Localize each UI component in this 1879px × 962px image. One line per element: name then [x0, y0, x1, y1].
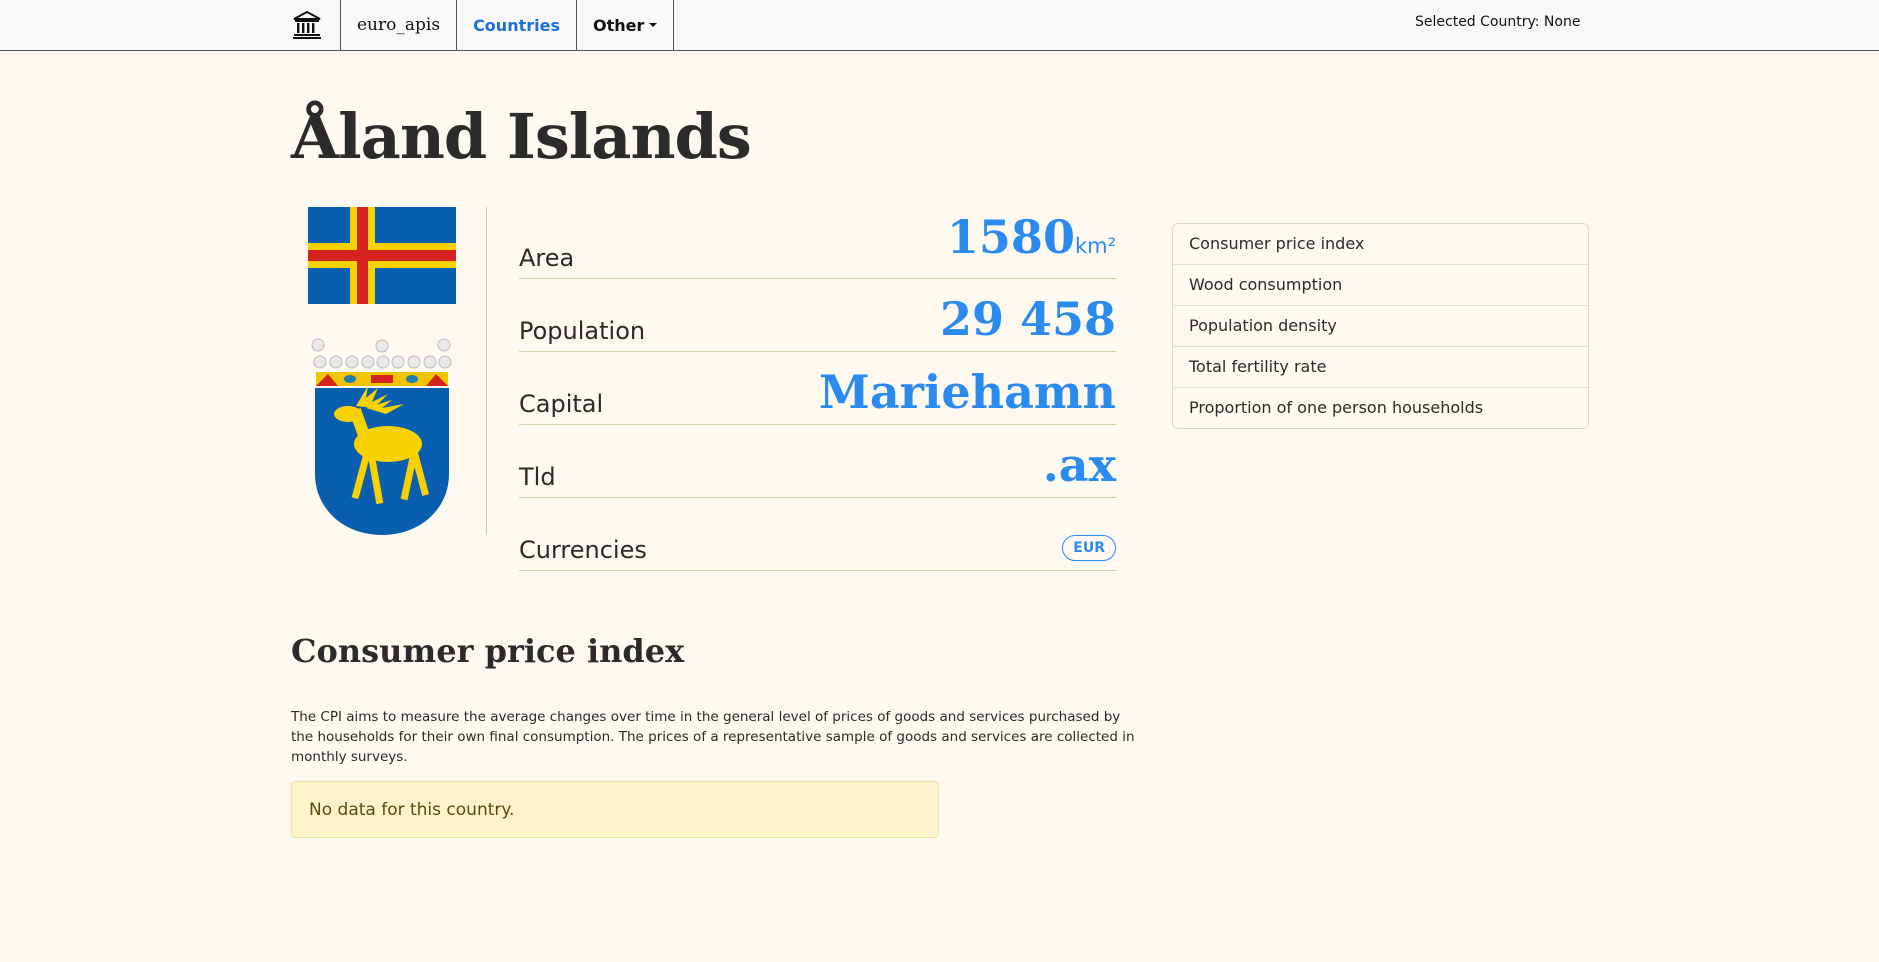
- caret-down-icon: [649, 23, 658, 27]
- coat-of-arms: [311, 338, 452, 535]
- dataset-item-population-density[interactable]: Population density: [1173, 306, 1588, 347]
- fact-row-area: Area 1580km²: [519, 207, 1116, 279]
- fact-row-population: Population 29 458: [519, 280, 1116, 352]
- dataset-item-one-person-households[interactable]: Proportion of one person households: [1173, 388, 1588, 428]
- vertical-divider: [486, 207, 487, 535]
- country-facts: Area 1580km² Population 29 458 Capital M…: [519, 207, 1116, 572]
- country-flag: [308, 207, 456, 304]
- fact-label-capital: Capital: [519, 390, 604, 418]
- fact-value-capital: Mariehamn: [818, 365, 1116, 419]
- no-data-alert: No data for this country.: [291, 781, 939, 838]
- fact-row-capital: Capital Mariehamn: [519, 353, 1116, 425]
- fact-value-population: 29 458: [939, 292, 1116, 346]
- selected-country-status: Selected Country: None: [1415, 14, 1581, 30]
- section-title: Consumer price index: [291, 632, 685, 670]
- fact-label-population: Population: [519, 317, 646, 345]
- fact-row-tld: Tld .ax: [519, 426, 1116, 498]
- area-unit: km²: [1074, 234, 1116, 258]
- fact-value-tld: .ax: [1042, 438, 1116, 492]
- fact-label-tld: Tld: [519, 463, 556, 491]
- dataset-item-wood-consumption[interactable]: Wood consumption: [1173, 265, 1588, 306]
- nav-links: euro_apis Countries Other: [292, 0, 675, 50]
- fact-label-area: Area: [519, 244, 575, 272]
- page-title: Åland Islands: [291, 100, 752, 173]
- nav-countries-link[interactable]: Countries: [457, 0, 577, 50]
- home-link[interactable]: [292, 0, 341, 50]
- top-navbar: euro_apis Countries Other Selected Count…: [0, 0, 1879, 51]
- section-description: The CPI aims to measure the average chan…: [291, 709, 1135, 765]
- fact-value-area: 1580km²: [947, 211, 1116, 272]
- nav-other-label: Other: [592, 15, 645, 35]
- brand-link[interactable]: euro_apis: [341, 0, 458, 50]
- dataset-item-consumer-price-index[interactable]: Consumer price index: [1173, 224, 1588, 265]
- currency-badge: EUR: [1062, 535, 1116, 561]
- nav-other-dropdown[interactable]: Other: [577, 0, 675, 50]
- fact-label-currencies: Currencies: [519, 536, 647, 564]
- dataset-menu: Consumer price index Wood consumption Po…: [1172, 223, 1589, 429]
- museum-icon: [293, 10, 321, 39]
- area-number: 1580: [946, 210, 1075, 264]
- fact-row-currencies: Currencies EUR: [519, 499, 1116, 571]
- dataset-item-total-fertility-rate[interactable]: Total fertility rate: [1173, 347, 1588, 388]
